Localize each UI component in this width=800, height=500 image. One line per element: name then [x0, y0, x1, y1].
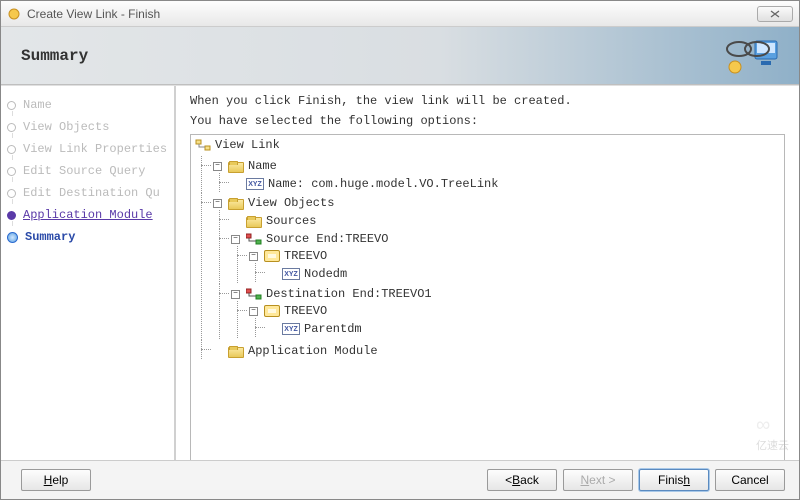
intro-text-2: You have selected the following options: [190, 114, 785, 128]
next-button: Next > [563, 469, 633, 491]
banner-art-icon [721, 35, 781, 80]
step-application-module[interactable]: Application Module [7, 204, 168, 226]
titlebar: Create View Link - Finish [1, 1, 799, 27]
tree-source-obj[interactable]: − TREEVO [249, 249, 327, 263]
step-edit-source-query: Edit Source Query [7, 160, 168, 182]
tree-source-attr[interactable]: XYZ Nodedm [267, 267, 347, 281]
tree-source-end[interactable]: − Source End:TREEVO [231, 232, 388, 246]
folder-icon [246, 217, 262, 228]
tree-dest-obj[interactable]: − TREEVO [249, 304, 327, 318]
close-button[interactable] [757, 6, 793, 22]
options-tree[interactable]: View Link − Name [190, 134, 785, 460]
folder-icon [228, 347, 244, 358]
entity-icon [264, 250, 280, 262]
link-end-icon [246, 232, 262, 246]
tree-application-module-folder[interactable]: Application Module [213, 344, 378, 358]
help-button[interactable]: Help [21, 469, 91, 491]
main-area: Name View Objects View Link Properties E… [1, 85, 799, 461]
collapse-icon[interactable]: − [231, 235, 240, 244]
window-title: Create View Link - Finish [27, 7, 757, 21]
xyz-icon: XYZ [282, 268, 300, 280]
app-icon [7, 7, 21, 21]
tree-view-objects-folder[interactable]: − View Objects [213, 196, 334, 210]
step-name: Name [7, 94, 168, 116]
finish-button[interactable]: Finish [639, 469, 709, 491]
xyz-icon: XYZ [282, 323, 300, 335]
collapse-icon[interactable]: − [249, 252, 258, 261]
dialog-window: Create View Link - Finish Summary Name V… [0, 0, 800, 500]
close-icon [770, 10, 780, 18]
folder-icon [228, 199, 244, 210]
collapse-icon[interactable]: − [249, 307, 258, 316]
cancel-button[interactable]: Cancel [715, 469, 785, 491]
page-title: Summary [21, 47, 88, 65]
content-pane: When you click Finish, the view link wil… [176, 86, 799, 460]
xyz-icon: XYZ [246, 178, 264, 190]
step-summary[interactable]: Summary [7, 226, 168, 248]
collapse-icon[interactable]: − [213, 199, 222, 208]
collapse-icon[interactable]: − [213, 162, 222, 171]
link-end-icon [246, 287, 262, 301]
banner: Summary [1, 27, 799, 85]
tree-sources-folder[interactable]: Sources [231, 214, 316, 228]
wizard-steps-sidebar: Name View Objects View Link Properties E… [1, 86, 176, 460]
tree-dest-end[interactable]: − Destination End:TREEVO1 [231, 287, 432, 301]
collapse-icon[interactable]: − [231, 290, 240, 299]
step-edit-destination-query: Edit Destination Qu [7, 182, 168, 204]
folder-icon [228, 162, 244, 173]
back-button[interactable]: < Back [487, 469, 557, 491]
step-view-objects: View Objects [7, 116, 168, 138]
intro-text-1: When you click Finish, the view link wil… [190, 94, 785, 108]
view-link-icon [195, 138, 211, 152]
step-view-link-properties: View Link Properties [7, 138, 168, 160]
tree-name-value[interactable]: XYZ Name: com.huge.model.VO.TreeLink [231, 177, 498, 191]
entity-icon [264, 305, 280, 317]
tree-dest-attr[interactable]: XYZ Parentdm [267, 322, 362, 336]
button-bar: Help < Back Next > Finish Cancel [1, 461, 799, 499]
tree-root[interactable]: View Link [195, 138, 280, 152]
tree-name-folder[interactable]: − Name [213, 159, 277, 173]
